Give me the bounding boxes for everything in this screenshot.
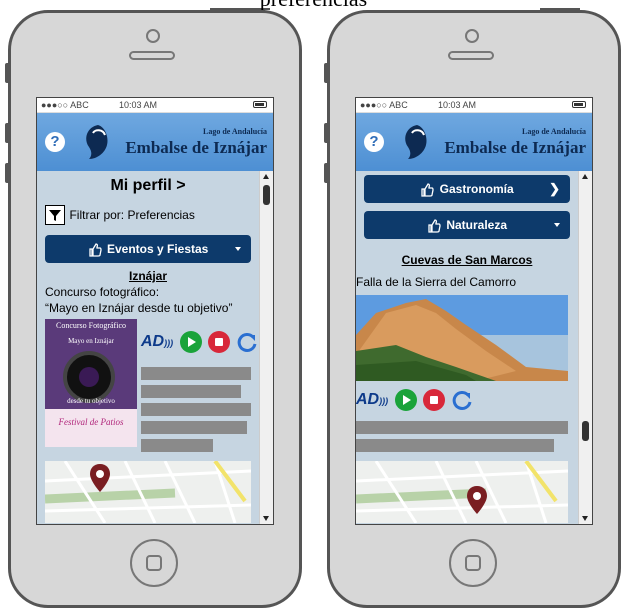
brand-title: Embalse de Iznájar [444,138,586,157]
play-icon[interactable] [179,331,202,353]
map-view[interactable] [356,461,568,523]
brand-subtitle: Lago de Andalucía [521,127,586,136]
poster-title: Concurso Fotográfico [56,321,126,330]
thumbs-up-icon [88,243,102,257]
poster-bottom: Festival de Patios [45,409,137,447]
battery-icon [253,101,267,108]
phone-right: ●●●○○ ABC 10:03 AM ? Lago de Andalucía E… [324,10,621,608]
screen: ●●●○○ ABC 10:03 AM ? Lago de Andalucía E… [355,97,593,525]
chevron-right-icon: ❯ [549,181,560,196]
content-area: Mi perfil > Filtrar por: Preferencias Ev… [37,171,259,524]
poster-footer: desde tu objetivo [67,397,115,405]
profile-link[interactable]: Mi perfil > [37,177,259,195]
carrier-label: ●●●○○ ABC [41,100,89,110]
scroll-down-icon[interactable] [263,516,269,521]
brand-subtitle: Lago de Andalucía [202,127,267,136]
phone-side-button [324,123,329,143]
content-area: Gastronomía ❯ Naturaleza Cuevas de San M… [356,171,578,524]
screen: ●●●○○ ABC 10:03 AM ? Lago de Andalucía E… [36,97,274,525]
logo-icon [405,125,427,159]
scroll-up-icon[interactable] [263,174,269,179]
category-label: Eventos y Fiestas [106,242,209,256]
text-placeholder [141,421,247,434]
thumbs-up-icon [421,183,434,197]
stop-icon[interactable] [208,331,231,353]
stop-icon[interactable] [423,389,446,411]
play-icon[interactable] [394,389,417,411]
home-button[interactable] [449,539,497,587]
filter-icon[interactable] [45,205,65,225]
speaker-icon [448,51,494,60]
help-button[interactable]: ? [45,132,65,152]
carrier-label: ●●●○○ ABC [360,100,408,110]
category-dropdown[interactable]: Eventos y Fiestas [45,235,251,263]
text-placeholder [356,439,554,452]
chevron-down-icon [235,247,241,251]
scroll-up-icon[interactable] [582,174,588,179]
filter-label: Filtrar por: Preferencias [69,208,195,222]
map-marker-icon[interactable] [466,485,488,515]
battery-icon [572,101,586,108]
camera-icon [146,29,160,43]
audio-description-icon[interactable]: AD))) [141,333,173,351]
phone-side-button [324,63,329,83]
scrollbar[interactable] [259,171,273,524]
text-placeholder [141,367,251,380]
text-placeholder [141,385,241,398]
text-placeholder [141,403,251,416]
app-header: ? Lago de Andalucía Embalse de Iznájar [356,113,592,171]
speaker-icon [129,51,175,60]
camera-icon [465,29,479,43]
scroll-down-icon[interactable] [582,516,588,521]
event-title: Concurso fotográfico: [45,285,160,299]
phone-left: ●●●○○ ABC 10:03 AM ? Lago de Andalucía E… [5,10,302,608]
naturaleza-dropdown[interactable]: Naturaleza [364,211,570,239]
map-marker-icon[interactable] [89,463,111,493]
text-placeholder [356,421,568,434]
place-subtitle: Falla de la Sierra del Camorro [356,275,517,289]
naturaleza-label: Naturaleza [446,218,508,232]
home-button[interactable] [130,539,178,587]
app-header: ? Lago de Andalucía Embalse de Iznájar [37,113,273,171]
gastronomia-label: Gastronomía [439,182,514,196]
audio-controls: AD))) [356,389,473,413]
status-bar: ●●●○○ ABC 10:03 AM [356,98,592,113]
phone-side-button [5,163,10,183]
reload-icon[interactable] [451,389,473,411]
text-placeholder [141,439,213,452]
chevron-down-icon [554,223,560,227]
status-bar: ●●●○○ ABC 10:03 AM [37,98,273,113]
place-photo[interactable] [356,295,568,381]
event-subtitle: “Mayo en Iznájar desde tu objetivo” [45,301,233,315]
reload-icon[interactable] [236,331,258,353]
phone-side-button [5,63,10,83]
map-view[interactable] [45,461,251,523]
phone-side-button [5,123,10,143]
scroll-thumb[interactable] [263,185,270,205]
event-poster[interactable]: Concurso Fotográfico Mayo en Iznájar des… [45,319,137,447]
clock-label: 10:03 AM [438,100,477,110]
audio-controls: AD))) [141,331,258,355]
poster-subtitle: Mayo en Iznájar [68,337,114,345]
audio-description-icon[interactable]: AD))) [356,391,388,409]
filter-row[interactable]: Filtrar por: Preferencias [45,205,195,225]
scroll-thumb[interactable] [582,421,589,441]
help-button[interactable]: ? [364,132,384,152]
brand-title: Embalse de Iznájar [125,138,267,157]
phone-side-button [324,163,329,183]
place-heading: Iznájar [128,269,167,283]
gastronomia-button[interactable]: Gastronomía ❯ [364,175,570,203]
scrollbar[interactable] [578,171,592,524]
camera-lens-icon [63,351,115,403]
place-heading: Cuevas de San Marcos [401,253,533,267]
thumbs-up-icon [428,219,441,233]
poster-bottom-text: Festival de Patios [58,417,124,427]
logo-icon [86,125,108,159]
clock-label: 10:03 AM [119,100,158,110]
